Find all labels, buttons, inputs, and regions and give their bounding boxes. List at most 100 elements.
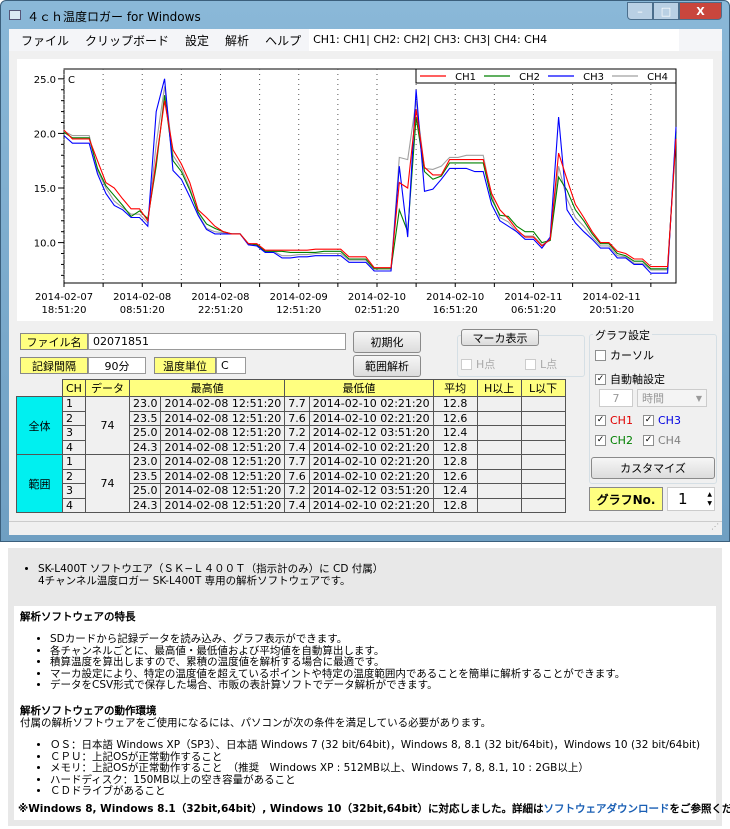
feature-item: 積算温度を算出しますので、累積の温度値を解析する場合に最適です。 (50, 656, 625, 669)
max-time: 2014-02-08 12:51:20 (160, 497, 286, 513)
note-text: ※Windows 8, Windows 8.1（32bit,64bit）, Wi… (18, 803, 544, 815)
column-header: 最低値 (284, 379, 434, 397)
x-tick-label: 2014-02-10 (348, 292, 406, 303)
span-value-field[interactable]: 7 (599, 389, 633, 407)
customize-button[interactable]: カスタマイズ (591, 457, 715, 479)
max-value: 23.5 (128, 468, 162, 484)
min-value: 7.4 (284, 497, 310, 513)
initialize-button[interactable]: 初期化 (353, 331, 421, 353)
column-header: CH (62, 379, 86, 397)
file-name-field[interactable]: 02071851 (88, 333, 346, 350)
x-tick-label: 2014-02-07 (35, 292, 93, 303)
menu-file[interactable]: ファイル (9, 32, 77, 49)
average: 12.8 (432, 439, 478, 455)
check-icon: ✓ (643, 435, 654, 446)
min-time: 2014-02-10 02:21:20 (308, 454, 434, 470)
spin-down-icon[interactable]: ▼ (707, 499, 712, 508)
ch-cell: 2 (62, 410, 86, 426)
feature-item: SDカードから記録データを読み込み、グラフ表示ができます。 (50, 633, 625, 646)
minimize-button[interactable]: – (627, 2, 653, 20)
x-tick-label: 2014-02-08 (191, 292, 249, 303)
l-under-count (520, 410, 566, 426)
intro-line-2: 4チャンネル温度ロガー SK-L400T 専用の解析ソフトウェアです。 (38, 574, 351, 587)
column-header: データ (84, 379, 130, 397)
menu-analysis[interactable]: 解析 (217, 32, 257, 49)
column-header: L以下 (520, 379, 566, 397)
min-time: 2014-02-10 02:21:20 (308, 468, 434, 484)
ch-cell: 3 (62, 425, 86, 441)
x-tick-label: 16:51:20 (433, 305, 478, 316)
unit-label: 温度単位 (154, 357, 216, 374)
span-unit-select[interactable]: 時間 ▼ (637, 389, 707, 407)
average: 12.8 (432, 396, 478, 412)
intro-item: SK-L400T ソフトウエア（ＳＫ−Ｌ４００Ｔ（指示計のみ）に CD 付属）4… (38, 563, 708, 587)
h-over-count (476, 468, 522, 484)
x-tick-label: 22:51:20 (198, 305, 243, 316)
min-value: 7.7 (284, 396, 310, 412)
menu-bar: ファイル クリップボード 設定 解析 ヘルプ CH1: CH1| CH2: CH… (9, 29, 722, 51)
x-tick-label: 2014-02-11 (504, 292, 562, 303)
average: 12.8 (432, 497, 478, 513)
l-point-checkbox[interactable]: L点 (525, 356, 557, 372)
range-analysis-button[interactable]: 範囲解析 (353, 355, 421, 377)
cursor-label: カーソル (610, 349, 654, 362)
menu-clipboard[interactable]: クリップボード (77, 32, 177, 49)
average: 12.4 (432, 483, 478, 499)
feature-item: データをCSV形式で保存した場合、市販の表計算ソフトでデータ解析ができます。 (50, 679, 625, 692)
column-header: H以上 (476, 379, 522, 397)
y-tick-label: 20.0 (34, 129, 56, 140)
channel-checkbox-ch2[interactable]: ✓ CH2 (595, 434, 633, 447)
env-item: ＣＤドライブがあること (50, 785, 700, 798)
max-time: 2014-02-08 12:51:20 (160, 425, 286, 441)
intro-line-1: SK-L400T ソフトウエア（ＳＫ−Ｌ４００Ｔ（指示計のみ）に CD 付属） (38, 563, 384, 575)
software-download-link[interactable]: ソフトウェアダウンロード (543, 803, 669, 815)
x-tick-label: 02:51:20 (355, 305, 400, 316)
min-time: 2014-02-12 03:51:20 (308, 483, 434, 499)
menu-settings[interactable]: 設定 (177, 32, 217, 49)
x-tick-label: 20:51:20 (589, 305, 634, 316)
channel-label: CH4 (658, 434, 681, 447)
resize-grip-icon[interactable]: ⋰ (711, 522, 719, 531)
max-value: 23.0 (128, 396, 162, 412)
client-area: ファイル クリップボード 設定 解析 ヘルプ CH1: CH1| CH2: CH… (9, 29, 722, 535)
h-over-count (476, 410, 522, 426)
chevron-down-icon: ▼ (695, 393, 702, 403)
note-text-end: をご参照ください。 (669, 803, 730, 815)
max-value: 25.0 (128, 425, 162, 441)
ch-cell: 1 (62, 454, 86, 470)
channel-checkbox-ch4[interactable]: ✓ CH4 (643, 434, 681, 447)
env-intro: 付属の解析ソフトウェアをご使用になるには、パソコンが次の条件を満足している必要が… (20, 717, 492, 729)
close-button[interactable]: X (679, 2, 722, 20)
window-title: ４ｃｈ温度ロガー for Windows (27, 10, 201, 24)
maximize-button[interactable]: □ (653, 2, 679, 20)
span-unit-value: 時間 (642, 392, 664, 405)
legend: CH1 CH2 CH3 CH4 (415, 68, 677, 84)
average: 12.6 (432, 468, 478, 484)
channel-checkbox-ch3[interactable]: ✓ CH3 (643, 414, 681, 427)
data-count: 74 (84, 396, 130, 455)
menu-help[interactable]: ヘルプ (257, 32, 309, 49)
auto-axis-checkbox[interactable]: ✓ 自動軸設定 (595, 371, 665, 387)
graph-no-spinner[interactable]: 1 ▲ ▼ (667, 487, 715, 511)
min-time: 2014-02-12 03:51:20 (308, 425, 434, 441)
max-value: 24.3 (128, 497, 162, 513)
l-under-count (520, 497, 566, 513)
max-time: 2014-02-08 12:51:20 (160, 483, 286, 499)
ch-cell: 1 (62, 396, 86, 412)
min-value: 7.2 (284, 425, 310, 441)
cursor-checkbox[interactable]: カーソル (595, 347, 654, 363)
h-over-count (476, 439, 522, 455)
marker-display-button[interactable]: マーカ表示 (461, 329, 539, 346)
max-time: 2014-02-08 12:51:20 (160, 454, 286, 470)
y-tick-label: 10.0 (34, 239, 56, 250)
h-point-checkbox[interactable]: H点 (461, 356, 495, 372)
graph-no-value: 1 (678, 490, 688, 508)
max-value: 24.3 (128, 439, 162, 455)
ch-cell: 4 (62, 439, 86, 455)
title-bar: ４ｃｈ温度ロガー for Windows – □ X (1, 1, 729, 29)
max-time: 2014-02-08 12:51:20 (160, 439, 286, 455)
ch-cell: 3 (62, 483, 86, 499)
channel-checkbox-ch1[interactable]: ✓ CH1 (595, 414, 633, 427)
l-under-count (520, 454, 566, 470)
spin-up-icon[interactable]: ▲ (707, 490, 712, 499)
